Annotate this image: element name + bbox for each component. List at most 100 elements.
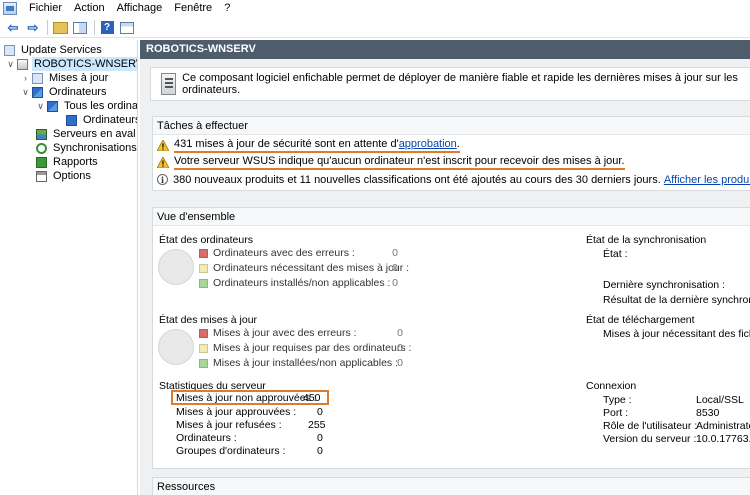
help-button[interactable]: ? xyxy=(98,19,116,36)
console-tree-icon xyxy=(73,21,87,34)
tree-item-label: Mises à jour xyxy=(49,72,109,84)
connection-type-label: Type : xyxy=(603,394,632,406)
task-security-updates: 431 mises à jour de sécurité sont en att… xyxy=(157,138,460,153)
task-no-computers-text: Votre serveur WSUS indique qu'aucun ordi… xyxy=(174,155,625,170)
action-pane-button[interactable] xyxy=(118,19,136,36)
tree-item-server[interactable]: ∨ ROBOTICS-WNSERV xyxy=(6,57,137,71)
updates-status-title: État des mises à jour xyxy=(159,314,258,326)
intro-text: Ce composant logiciel enfichable permet … xyxy=(182,72,738,96)
stat-value-declined: 255 xyxy=(308,419,326,431)
computer-group-icon xyxy=(66,114,77,126)
tree-item-label: Synchronisations xyxy=(53,142,137,154)
computers-status-title: État des ordinateurs xyxy=(159,234,253,246)
tree-item-label: Serveurs en aval xyxy=(53,128,136,140)
connection-type-value: Local/SSL xyxy=(696,394,744,406)
tree-item-reports[interactable]: Rapports xyxy=(36,155,100,169)
downstream-servers-icon xyxy=(36,128,47,140)
computer-group-icon xyxy=(47,100,58,112)
download-files-label: Mises à jour nécessitant des fichiers : xyxy=(603,328,750,340)
tree-item-label: Update Services xyxy=(21,44,102,56)
needed-swatch-icon xyxy=(199,263,208,273)
tree-item-downstream-servers[interactable]: Serveurs en aval xyxy=(36,127,137,141)
legend-computers-errors: Ordinateurs avec des erreurs : xyxy=(199,246,355,260)
menu-fenetre[interactable]: Fenêtre xyxy=(168,0,218,17)
updates-icon xyxy=(32,72,43,84)
forward-arrow-icon[interactable]: ⇨ xyxy=(24,19,42,36)
connection-port-label: Port : xyxy=(603,407,629,419)
chevron-right-icon[interactable]: › xyxy=(21,71,30,85)
legend-updates-errors: Mises à jour avec des erreurs : xyxy=(199,326,357,340)
count-computers-errors: 0 xyxy=(392,247,398,259)
resources-panel: Ressources xyxy=(152,477,750,495)
tree-item-label: ROBOTICS-WNSERV xyxy=(32,57,137,71)
folder-icon xyxy=(52,21,68,34)
overview-title: Vue d'ensemble xyxy=(153,208,750,226)
info-icon: i xyxy=(157,174,168,185)
tree-item-update-services[interactable]: Update Services xyxy=(4,43,104,57)
download-status-title: État de téléchargement xyxy=(586,314,695,326)
menu-help[interactable]: ? xyxy=(218,0,236,17)
legend-label: Ordinateurs avec des erreurs : xyxy=(213,247,355,259)
tree-item-label: Rapports xyxy=(53,156,98,168)
count-computers-needing: 0 xyxy=(392,262,398,274)
legend-label: Mises à jour avec des erreurs : xyxy=(213,327,357,339)
legend-updates-installed: Mises à jour installées/non applicables … xyxy=(199,356,398,370)
connection-title: Connexion xyxy=(586,380,637,392)
menu-fichier[interactable]: Fichier xyxy=(23,0,68,17)
last-sync-label: Dernière synchronisation : xyxy=(603,279,725,291)
last-sync-result-label: Résultat de la dernière synchronisation … xyxy=(603,294,750,306)
count-updates-required: 0 xyxy=(397,342,403,354)
count-updates-errors: 0 xyxy=(397,327,403,339)
back-arrow-icon[interactable]: ⇦ xyxy=(4,19,22,36)
tree-item-computers-sub[interactable]: Ordinateurs xyxy=(66,113,138,127)
legend-computers-installed: Ordinateurs installés/non applicables : xyxy=(199,276,390,290)
chevron-down-icon[interactable]: ∨ xyxy=(36,99,45,113)
page-title: ROBOTICS-WNSERV xyxy=(140,40,750,59)
connection-role-label: Rôle de l'utilisateur : xyxy=(603,420,698,432)
stat-label-unapproved: Mises à jour non approuvées : xyxy=(176,392,317,404)
tree-item-options[interactable]: Options xyxy=(36,169,93,183)
approval-link[interactable]: approbation xyxy=(399,138,457,150)
stat-label-groups: Groupes d'ordinateurs : xyxy=(176,445,286,457)
chevron-down-icon[interactable]: ∨ xyxy=(21,85,30,99)
tree-item-all-computers[interactable]: ∨ Tous les ordinateurs xyxy=(36,99,137,113)
count-updates-installed: 0 xyxy=(397,357,403,369)
help-icon: ? xyxy=(100,21,114,34)
tree-item-updates[interactable]: › Mises à jour xyxy=(21,71,110,85)
overview-panel: Vue d'ensemble État des ordinateurs Ordi… xyxy=(152,207,750,469)
tasks-title: Tâches à effectuer xyxy=(153,117,750,135)
warning-icon xyxy=(157,140,169,151)
resources-title: Ressources xyxy=(153,478,750,495)
show-hide-tree-button[interactable] xyxy=(71,19,89,36)
stat-label-declined: Mises à jour refusées : xyxy=(176,419,282,431)
menu-affichage[interactable]: Affichage xyxy=(111,0,169,17)
stat-label-approved: Mises à jour approuvées : xyxy=(176,406,297,418)
show-products-link[interactable]: Afficher les produits et les classificat… xyxy=(664,174,750,186)
connection-port-value: 8530 xyxy=(696,407,720,419)
tree-item-label: Options xyxy=(53,170,91,182)
action-pane-icon xyxy=(120,21,134,34)
tree-item-synchronizations[interactable]: Synchronisations xyxy=(36,141,137,155)
menu-bar: Fichier Action Affichage Fenêtre ? xyxy=(0,0,750,17)
tree-item-label: Ordinateurs xyxy=(83,114,138,126)
intro-banner: Ce composant logiciel enfichable permet … xyxy=(150,67,750,101)
installed-swatch-icon xyxy=(199,278,208,288)
legend-label: Mises à jour requises par des ordinateur… xyxy=(213,342,412,354)
menu-action[interactable]: Action xyxy=(68,0,111,17)
stat-value-unapproved: 450 xyxy=(303,392,321,404)
stat-value-computers: 0 xyxy=(317,432,323,444)
sync-state-label: État : xyxy=(603,248,628,260)
count-computers-installed: 0 xyxy=(392,277,398,289)
toolbar-separator xyxy=(47,20,48,35)
console-tree: Update Services ∨ ROBOTICS-WNSERV › Mise… xyxy=(0,40,138,495)
task-security-suffix: . xyxy=(456,138,460,150)
computers-status-pie xyxy=(158,249,194,285)
chevron-down-icon[interactable]: ∨ xyxy=(6,57,15,71)
tree-item-computers[interactable]: ∨ Ordinateurs xyxy=(21,85,108,99)
connection-version-label: Version du serveur : xyxy=(603,433,697,445)
server-icon xyxy=(17,58,28,70)
document-icon xyxy=(161,73,177,95)
options-icon xyxy=(36,170,47,182)
up-folder-button[interactable] xyxy=(51,19,69,36)
stat-value-groups: 0 xyxy=(317,445,323,457)
